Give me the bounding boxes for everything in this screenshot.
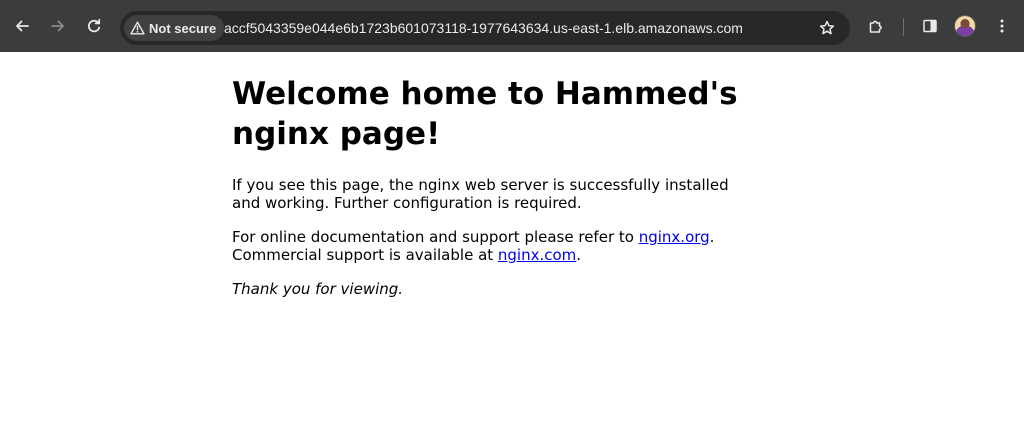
extensions-button[interactable] <box>863 13 889 39</box>
bookmark-button[interactable] <box>814 15 840 41</box>
intro-paragraph: If you see this page, the nginx web serv… <box>232 176 729 212</box>
browser-toolbar: Not secure accf5043359e044e6b1723b601073… <box>0 0 1024 52</box>
star-icon <box>819 20 835 35</box>
docs-paragraph: For online documentation and support ple… <box>232 228 752 264</box>
arrow-right-icon <box>51 20 64 32</box>
warning-triangle-icon <box>130 21 145 35</box>
side-panel-button[interactable] <box>917 13 943 39</box>
arrow-left-icon <box>16 20 29 32</box>
back-button[interactable] <box>9 13 35 39</box>
address-bar[interactable]: Not secure accf5043359e044e6b1723b601073… <box>120 11 850 45</box>
avatar[interactable] <box>955 16 975 36</box>
thanks-paragraph: Thank you for viewing. <box>232 280 404 298</box>
nginx-org-link[interactable]: nginx.org <box>639 228 710 246</box>
docs-text-after: . <box>576 246 582 264</box>
puzzle-icon <box>869 20 882 33</box>
menu-button[interactable] <box>989 13 1015 39</box>
reload-button[interactable] <box>81 13 107 39</box>
security-label: Not secure <box>149 20 217 36</box>
nginx-com-link[interactable]: nginx.com <box>498 246 576 264</box>
reload-icon <box>87 18 101 33</box>
side-panel-icon <box>923 19 937 33</box>
kebab-menu-icon <box>1000 19 1004 33</box>
docs-text-before: For online documentation and support ple… <box>232 228 639 246</box>
page-heading: Welcome home to Hammed's nginx page! <box>232 76 738 152</box>
url-text[interactable]: accf5043359e044e6b1723b601073118-1977643… <box>224 11 743 45</box>
page-content: Welcome home to Hammed's nginx page! If … <box>232 52 752 298</box>
forward-button[interactable] <box>45 13 71 39</box>
toolbar-divider <box>903 18 904 36</box>
security-indicator[interactable]: Not secure <box>124 15 225 41</box>
